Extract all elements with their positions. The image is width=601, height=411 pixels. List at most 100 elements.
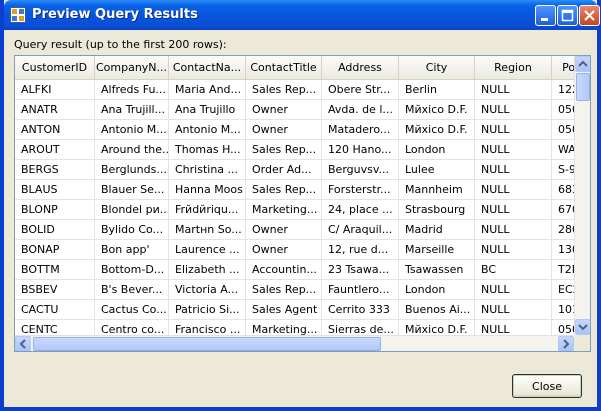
cell-city[interactable]: London xyxy=(399,140,475,160)
scroll-down-button[interactable] xyxy=(575,319,590,335)
cell-company-name[interactable]: Berglunds... xyxy=(95,160,169,180)
close-button[interactable]: Close xyxy=(512,374,582,398)
cell-contact-title[interactable]: Owner xyxy=(246,220,322,240)
column-header[interactable]: Address xyxy=(322,56,399,79)
cell-address[interactable]: 24, place ... xyxy=(322,200,399,220)
cell-customer-id[interactable]: AROUT xyxy=(15,140,95,160)
cell-address[interactable]: 120 Hano... xyxy=(322,140,399,160)
cell-city[interactable]: Strasbourg xyxy=(399,200,475,220)
cell-city[interactable]: Buenos Ai... xyxy=(399,300,475,320)
cell-address[interactable]: Fauntlero... xyxy=(322,280,399,300)
cell-contact-name[interactable]: Christina ... xyxy=(169,160,246,180)
cell-contact-name[interactable]: Martнn So... xyxy=(169,220,246,240)
table-row[interactable]: BOLID Bylido Co... Martнn So... Owner C/… xyxy=(15,220,579,240)
cell-city[interactable]: London xyxy=(399,280,475,300)
cell-customer-id[interactable]: BOLID xyxy=(15,220,95,240)
scroll-right-button[interactable] xyxy=(558,336,574,351)
cell-region[interactable]: NULL xyxy=(475,80,552,100)
cell-address[interactable]: Cerrito 333 xyxy=(322,300,399,320)
cell-company-name[interactable]: Around the... xyxy=(95,140,169,160)
cell-region[interactable]: BC xyxy=(475,260,552,280)
cell-city[interactable]: Mйxico D.F. xyxy=(399,120,475,140)
cell-address[interactable]: Forsterstr... xyxy=(322,180,399,200)
cell-contact-title[interactable]: Owner xyxy=(246,120,322,140)
cell-contact-name[interactable]: Thomas H... xyxy=(169,140,246,160)
column-header[interactable]: CompanyN... xyxy=(95,56,169,79)
title-bar[interactable]: Preview Query Results xyxy=(4,0,600,30)
cell-customer-id[interactable]: BONAP xyxy=(15,240,95,260)
scroll-left-button[interactable] xyxy=(15,336,31,351)
column-header[interactable]: Region xyxy=(475,56,552,79)
cell-contact-title[interactable]: Sales Rep... xyxy=(246,80,322,100)
cell-contact-title[interactable]: Owner xyxy=(246,100,322,120)
cell-customer-id[interactable]: ALFKI xyxy=(15,80,95,100)
cell-city[interactable]: Mйxico D.F. xyxy=(399,100,475,120)
table-row[interactable]: ALFKI Alfreds Fu... Maria And... Sales R… xyxy=(15,80,579,100)
cell-contact-title[interactable]: Marketing... xyxy=(246,200,322,220)
cell-contact-title[interactable]: Accountin... xyxy=(246,260,322,280)
cell-contact-title[interactable]: Owner xyxy=(246,240,322,260)
cell-contact-title[interactable]: Sales Rep... xyxy=(246,140,322,160)
scroll-up-button[interactable] xyxy=(575,56,590,72)
cell-customer-id[interactable]: BOTTM xyxy=(15,260,95,280)
cell-address[interactable]: 12, rue d... xyxy=(322,240,399,260)
minimize-button[interactable] xyxy=(535,5,556,26)
cell-company-name[interactable]: B's Bever... xyxy=(95,280,169,300)
table-row[interactable]: BERGS Berglunds... Christina ... Order A… xyxy=(15,160,576,180)
cell-contact-name[interactable]: Hanna Moos xyxy=(169,180,246,200)
cell-customer-id[interactable]: ANATR xyxy=(15,100,95,120)
cell-customer-id[interactable]: BLONP xyxy=(15,200,95,220)
column-header[interactable]: City xyxy=(399,56,475,79)
cell-city[interactable]: Madrid xyxy=(399,220,475,240)
cell-customer-id[interactable]: BERGS xyxy=(15,160,95,180)
cell-region[interactable]: NULL xyxy=(475,300,552,320)
table-row[interactable]: BLONP Blondel pи... Frйdйriqu... Marketi… xyxy=(15,200,579,220)
cell-company-name[interactable]: Blondel pи... xyxy=(95,200,169,220)
close-window-button[interactable] xyxy=(579,5,600,26)
cell-city[interactable]: Mannheim xyxy=(399,180,475,200)
table-row[interactable]: ANATR Ana Trujill... Ana Trujillo Owner … xyxy=(15,100,579,120)
cell-region[interactable]: NULL xyxy=(475,200,552,220)
cell-region[interactable]: NULL xyxy=(475,220,552,240)
table-row[interactable]: CACTU Cactus Co... Patricio Si... Sales … xyxy=(15,300,579,320)
horizontal-scrollbar[interactable] xyxy=(15,335,574,351)
cell-region[interactable]: NULL xyxy=(475,160,552,180)
cell-region[interactable]: NULL xyxy=(475,280,552,300)
cell-contact-name[interactable]: Victoria A... xyxy=(169,280,246,300)
cell-contact-title[interactable]: Sales Agent xyxy=(246,300,322,320)
cell-contact-title[interactable]: Sales Rep... xyxy=(246,280,322,300)
cell-region[interactable]: NULL xyxy=(475,100,552,120)
cell-company-name[interactable]: Antonio M... xyxy=(95,120,169,140)
cell-region[interactable]: NULL xyxy=(475,180,552,200)
cell-company-name[interactable]: Blauer Se... xyxy=(95,180,169,200)
table-row[interactable]: BONAP Bon app' Laurence ... Owner 12, ru… xyxy=(15,240,579,260)
column-header[interactable]: CustomerID xyxy=(15,56,95,79)
cell-contact-title[interactable]: Order Ad... xyxy=(246,160,322,180)
cell-region[interactable]: NULL xyxy=(475,240,552,260)
cell-city[interactable]: Berlin xyxy=(399,80,475,100)
cell-customer-id[interactable]: CACTU xyxy=(15,300,95,320)
cell-contact-name[interactable]: Patricio Si... xyxy=(169,300,246,320)
cell-address[interactable]: Obere Str... xyxy=(322,80,399,100)
cell-contact-name[interactable]: Ana Trujillo xyxy=(169,100,246,120)
cell-city[interactable]: Marseille xyxy=(399,240,475,260)
cell-contact-name[interactable]: Maria And... xyxy=(169,80,246,100)
cell-contact-name[interactable]: Laurence ... xyxy=(169,240,246,260)
table-row[interactable]: AROUT Around the... Thomas H... Sales Re… xyxy=(15,140,576,160)
table-row[interactable]: BSBEV B's Bever... Victoria A... Sales R… xyxy=(15,280,580,300)
cell-contact-name[interactable]: Antonio M... xyxy=(169,120,246,140)
cell-address[interactable]: Avda. de l... xyxy=(322,100,399,120)
table-row[interactable]: BOTTM Bottom-D... Elizabeth ... Accounti… xyxy=(15,260,578,280)
cell-customer-id[interactable]: ANTON xyxy=(15,120,95,140)
table-row[interactable]: BLAUS Blauer Se... Hanna Moos Sales Rep.… xyxy=(15,180,579,200)
cell-company-name[interactable]: Cactus Co... xyxy=(95,300,169,320)
cell-company-name[interactable]: Bon app' xyxy=(95,240,169,260)
cell-company-name[interactable]: Bottom-D... xyxy=(95,260,169,280)
cell-contact-title[interactable]: Sales Rep... xyxy=(246,180,322,200)
cell-company-name[interactable]: Ana Trujill... xyxy=(95,100,169,120)
cell-address[interactable]: Berguvsv... xyxy=(322,160,399,180)
cell-company-name[interactable]: Bylido Co... xyxy=(95,220,169,240)
cell-customer-id[interactable]: BLAUS xyxy=(15,180,95,200)
results-grid[interactable]: CustomerID CompanyN... ContactNa... Cont… xyxy=(14,55,591,352)
vertical-scroll-thumb[interactable] xyxy=(576,73,590,101)
